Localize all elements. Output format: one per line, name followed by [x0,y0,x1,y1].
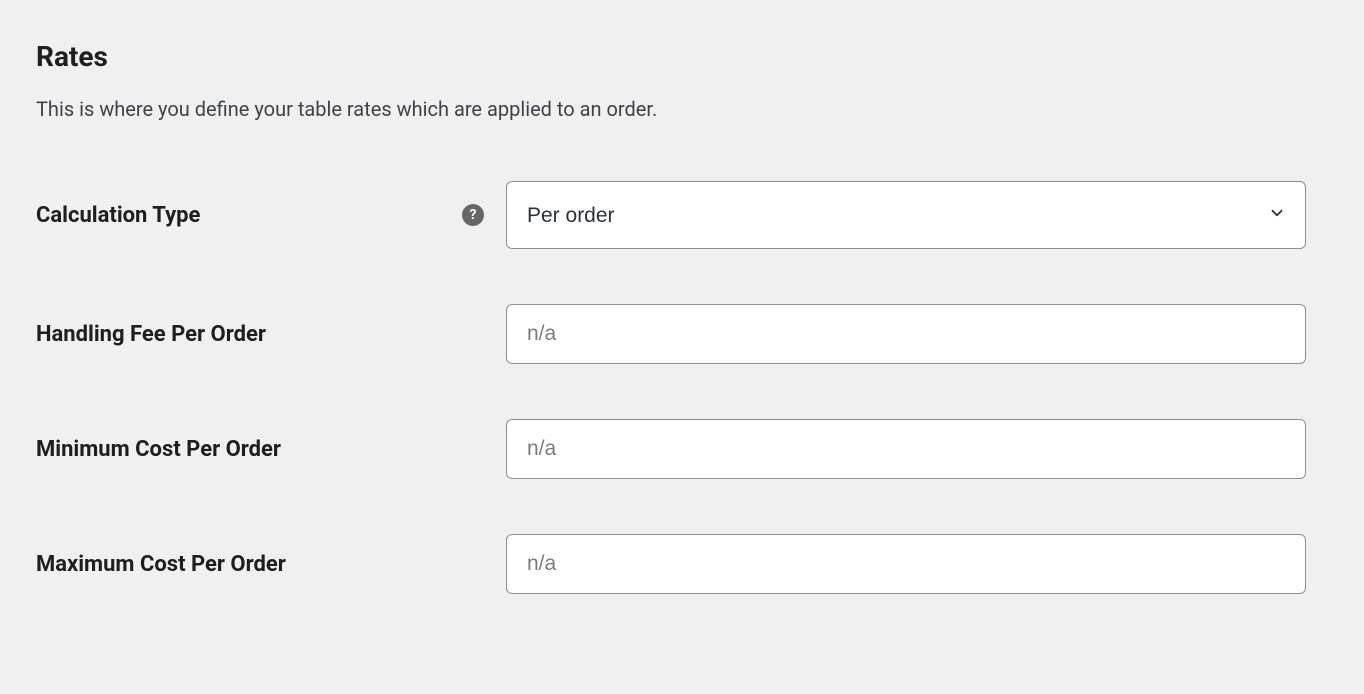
handling-fee-row: Handling Fee Per Order [36,304,1328,364]
calculation-type-row: Calculation Type ? Per order [36,181,1328,249]
section-title: Rates [36,40,1328,73]
min-cost-label: Minimum Cost Per Order [36,437,281,462]
max-cost-label: Maximum Cost Per Order [36,552,286,577]
calculation-type-label: Calculation Type [36,203,200,228]
help-icon[interactable]: ? [462,204,484,226]
handling-fee-input[interactable] [506,304,1306,364]
min-cost-row: Minimum Cost Per Order [36,419,1328,479]
min-cost-input[interactable] [506,419,1306,479]
max-cost-row: Maximum Cost Per Order [36,534,1328,594]
handling-fee-label: Handling Fee Per Order [36,322,266,347]
max-cost-input[interactable] [506,534,1306,594]
calculation-type-select[interactable]: Per order [506,181,1306,249]
section-description: This is where you define your table rate… [36,97,1328,121]
